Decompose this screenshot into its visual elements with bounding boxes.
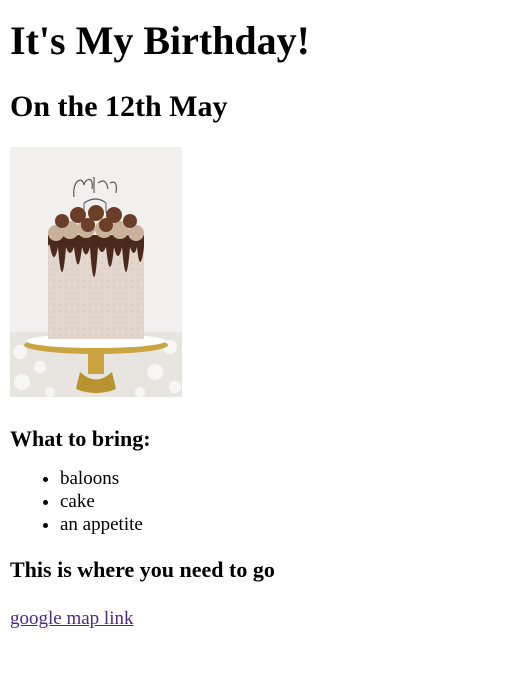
cake-image: [10, 147, 182, 397]
google-map-link[interactable]: google map link: [10, 607, 133, 630]
where-heading: This is where you need to go: [10, 557, 275, 582]
page-subtitle: On the 12th May: [10, 90, 228, 123]
bring-item: an appetite: [60, 513, 497, 536]
bring-item: cake: [60, 490, 497, 513]
bring-heading: What to bring:: [10, 426, 151, 451]
bring-list: baloons cake an appetite: [10, 467, 497, 536]
bring-item: baloons: [60, 467, 497, 490]
page: It's My Birthday! On the 12th May What t…: [0, 0, 507, 630]
page-title: It's My Birthday!: [10, 18, 310, 63]
